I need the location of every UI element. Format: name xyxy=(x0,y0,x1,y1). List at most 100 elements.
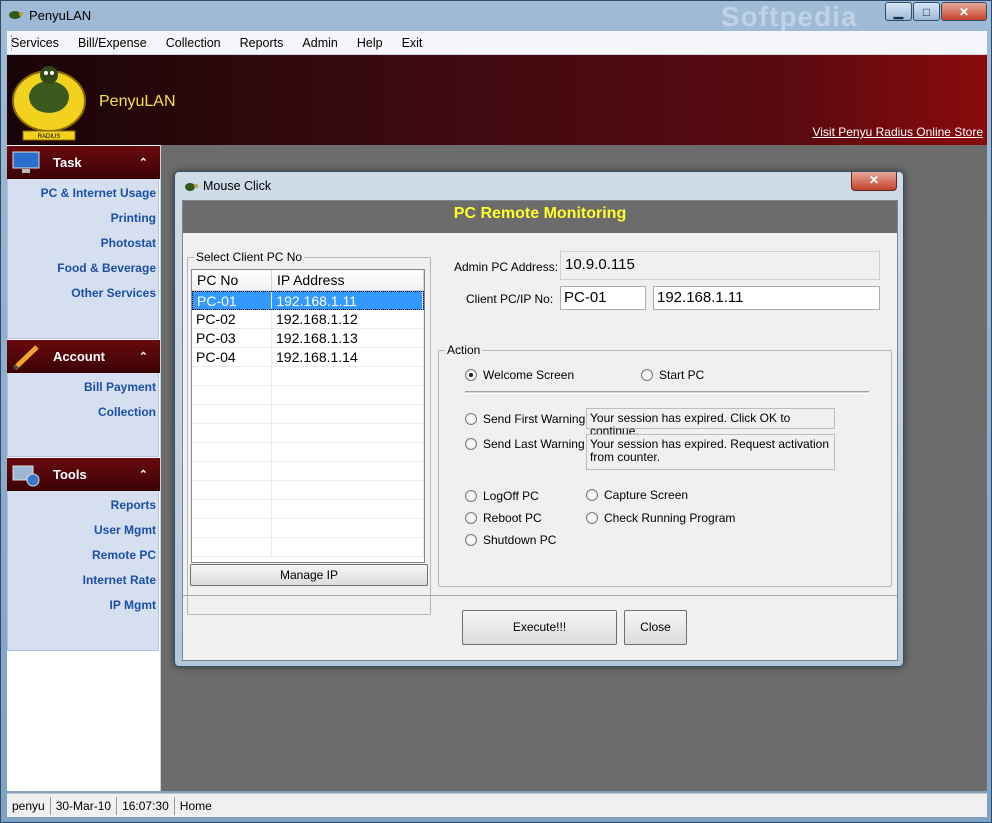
maximize-button[interactable]: □ xyxy=(913,2,940,21)
collapse-chevron-icon[interactable]: ⌃ xyxy=(139,468,148,481)
menu-collection[interactable]: Collection xyxy=(166,36,221,50)
sidebar-tools-header[interactable]: Tools ⌃ xyxy=(7,457,160,491)
radio-icon xyxy=(465,438,477,450)
radio-icon xyxy=(465,490,477,502)
start-pc-radio[interactable]: Start PC xyxy=(641,368,704,382)
sidebar-tools-body: Reports User Mgmt Remote PC Internet Rat… xyxy=(7,491,159,651)
menu-services[interactable]: Services xyxy=(11,36,59,50)
status-page: Home xyxy=(179,798,212,813)
reboot-pc-radio[interactable]: Reboot PC xyxy=(465,511,542,525)
dialog-header-band: PC Remote Monitoring xyxy=(183,201,897,233)
brand-name: PenyuLAN xyxy=(99,93,176,110)
reboot-pc-label: Reboot PC xyxy=(483,511,542,525)
sidebar-item-food-beverage[interactable]: Food & Beverage xyxy=(8,258,158,283)
penyu-logo: RADIUS xyxy=(12,66,86,141)
client-pc-group: Select Client PC No PC No IP Address PC-… xyxy=(187,250,431,615)
watermark: Softpedia xyxy=(721,1,858,32)
empty-row xyxy=(192,519,424,538)
column-ip-address[interactable]: IP Address xyxy=(272,270,424,290)
menu-bill-expense[interactable]: Bill/Expense xyxy=(78,36,147,50)
empty-row xyxy=(192,367,424,386)
radio-icon xyxy=(465,534,477,546)
sidebar-item-printing[interactable]: Printing xyxy=(8,208,158,233)
menu-reports[interactable]: Reports xyxy=(240,36,284,50)
sidebar-item-internet-rate[interactable]: Internet Rate xyxy=(8,570,158,595)
sidebar-item-user-mgmt[interactable]: User Mgmt xyxy=(8,520,158,545)
check-running-program-radio[interactable]: Check Running Program xyxy=(586,511,735,525)
table-row[interactable]: PC-03 192.168.1.13 xyxy=(192,329,424,348)
empty-row xyxy=(192,424,424,443)
radio-icon xyxy=(465,512,477,524)
radio-icon xyxy=(641,369,653,381)
sidebar-item-photostat[interactable]: Photostat xyxy=(8,233,158,258)
sidebar-item-reports[interactable]: Reports xyxy=(8,495,158,520)
row-pc: PC-01 xyxy=(193,292,273,309)
action-group-label: Action xyxy=(445,343,483,357)
radio-icon xyxy=(465,413,477,425)
menu-help[interactable]: Help xyxy=(357,36,383,50)
execute-button[interactable]: Execute!!! xyxy=(462,610,617,645)
column-pc-no[interactable]: PC No xyxy=(192,270,272,290)
capture-screen-radio[interactable]: Capture Screen xyxy=(586,488,688,502)
dialog-title: Mouse Click xyxy=(203,179,272,193)
client-pc-label: Client PC/IP No: xyxy=(466,292,554,306)
logoff-pc-radio[interactable]: LogOff PC xyxy=(465,489,539,503)
client-pc-field[interactable]: PC-01 xyxy=(560,286,646,310)
empty-row xyxy=(192,405,424,424)
dialog-close-button[interactable]: ✕ xyxy=(851,172,897,191)
table-row[interactable]: PC-04 192.168.1.14 xyxy=(192,348,424,367)
welcome-screen-radio[interactable]: Welcome Screen xyxy=(465,368,574,382)
menu-admin[interactable]: Admin xyxy=(302,36,337,50)
send-first-warning-radio[interactable]: Send First Warning xyxy=(465,412,585,426)
online-store-link[interactable]: Visit Penyu Radius Online Store xyxy=(812,125,983,139)
sidebar-tools-title: Tools xyxy=(53,467,87,482)
sidebar-account-body: Bill Payment Collection xyxy=(7,373,159,457)
logoff-pc-label: LogOff PC xyxy=(483,489,539,503)
sidebar-item-other-services[interactable]: Other Services xyxy=(8,283,158,308)
sidebar-item-collection[interactable]: Collection xyxy=(8,402,158,427)
tools-icon xyxy=(12,465,40,487)
action-group: Action Welcome Screen Start PC Send Firs… xyxy=(438,343,892,587)
row-ip: 192.168.1.12 xyxy=(272,310,424,328)
radio-icon xyxy=(586,512,598,524)
empty-row xyxy=(192,462,424,481)
sidebar-item-pc-internet-usage[interactable]: PC & Internet Usage xyxy=(8,183,158,208)
client-pc-list[interactable]: PC No IP Address PC-01 192.168.1.11 PC-0… xyxy=(191,269,425,563)
minimize-button[interactable]: ▁ xyxy=(885,2,912,21)
sidebar-task-header[interactable]: Task ⌃ xyxy=(7,145,160,179)
table-row[interactable]: PC-01 192.168.1.11 xyxy=(192,291,424,310)
app-window: PenyuLAN Softpedia ▁ □ ✕ Services Bill/E… xyxy=(0,0,992,823)
send-last-warning-radio[interactable]: Send Last Warning xyxy=(465,437,585,451)
sidebar: Task ⌃ PC & Internet Usage Printing Phot… xyxy=(7,145,161,791)
send-last-warning-label: Send Last Warning xyxy=(483,437,585,451)
sidebar-task-title: Task xyxy=(53,155,82,170)
status-date: 30-Mar-10 xyxy=(51,796,118,815)
sidebar-item-ip-mgmt[interactable]: IP Mgmt xyxy=(8,595,158,620)
shutdown-pc-radio[interactable]: Shutdown PC xyxy=(465,533,556,547)
collapse-chevron-icon[interactable]: ⌃ xyxy=(139,156,148,169)
last-warning-message[interactable]: Your session has expired. Request activa… xyxy=(586,434,835,470)
collapse-chevron-icon[interactable]: ⌃ xyxy=(139,350,148,363)
client-ip-field[interactable]: 192.168.1.11 xyxy=(653,286,880,310)
admin-pc-address: 10.9.0.115 xyxy=(560,251,880,280)
welcome-screen-label: Welcome Screen xyxy=(483,368,575,382)
menu-bar: Services Bill/Expense Collection Reports… xyxy=(7,31,987,55)
menu-exit[interactable]: Exit xyxy=(402,36,423,50)
sidebar-account-header[interactable]: Account ⌃ xyxy=(7,339,160,373)
mouse-click-dialog: Mouse Click ✕ PC Remote Monitoring Selec… xyxy=(174,171,904,667)
manage-ip-button[interactable]: Manage IP xyxy=(190,564,428,586)
sidebar-task-body: PC & Internet Usage Printing Photostat F… xyxy=(7,179,159,339)
table-row[interactable]: PC-02 192.168.1.12 xyxy=(192,310,424,329)
dialog-close-action-button[interactable]: Close xyxy=(624,610,687,645)
sidebar-item-remote-pc[interactable]: Remote PC xyxy=(8,545,158,570)
empty-row xyxy=(192,500,424,519)
radio-checked-icon xyxy=(465,369,477,381)
first-warning-message[interactable]: Your session has expired. Click OK to co… xyxy=(586,408,835,438)
empty-row xyxy=(192,481,424,500)
row-ip: 192.168.1.13 xyxy=(272,329,424,347)
title-bar[interactable]: PenyuLAN Softpedia ▁ □ ✕ xyxy=(1,1,991,32)
row-ip: 192.168.1.11 xyxy=(272,292,423,309)
sidebar-item-bill-payment[interactable]: Bill Payment xyxy=(8,377,158,402)
sidebar-account-title: Account xyxy=(53,349,105,364)
close-button[interactable]: ✕ xyxy=(941,2,987,21)
